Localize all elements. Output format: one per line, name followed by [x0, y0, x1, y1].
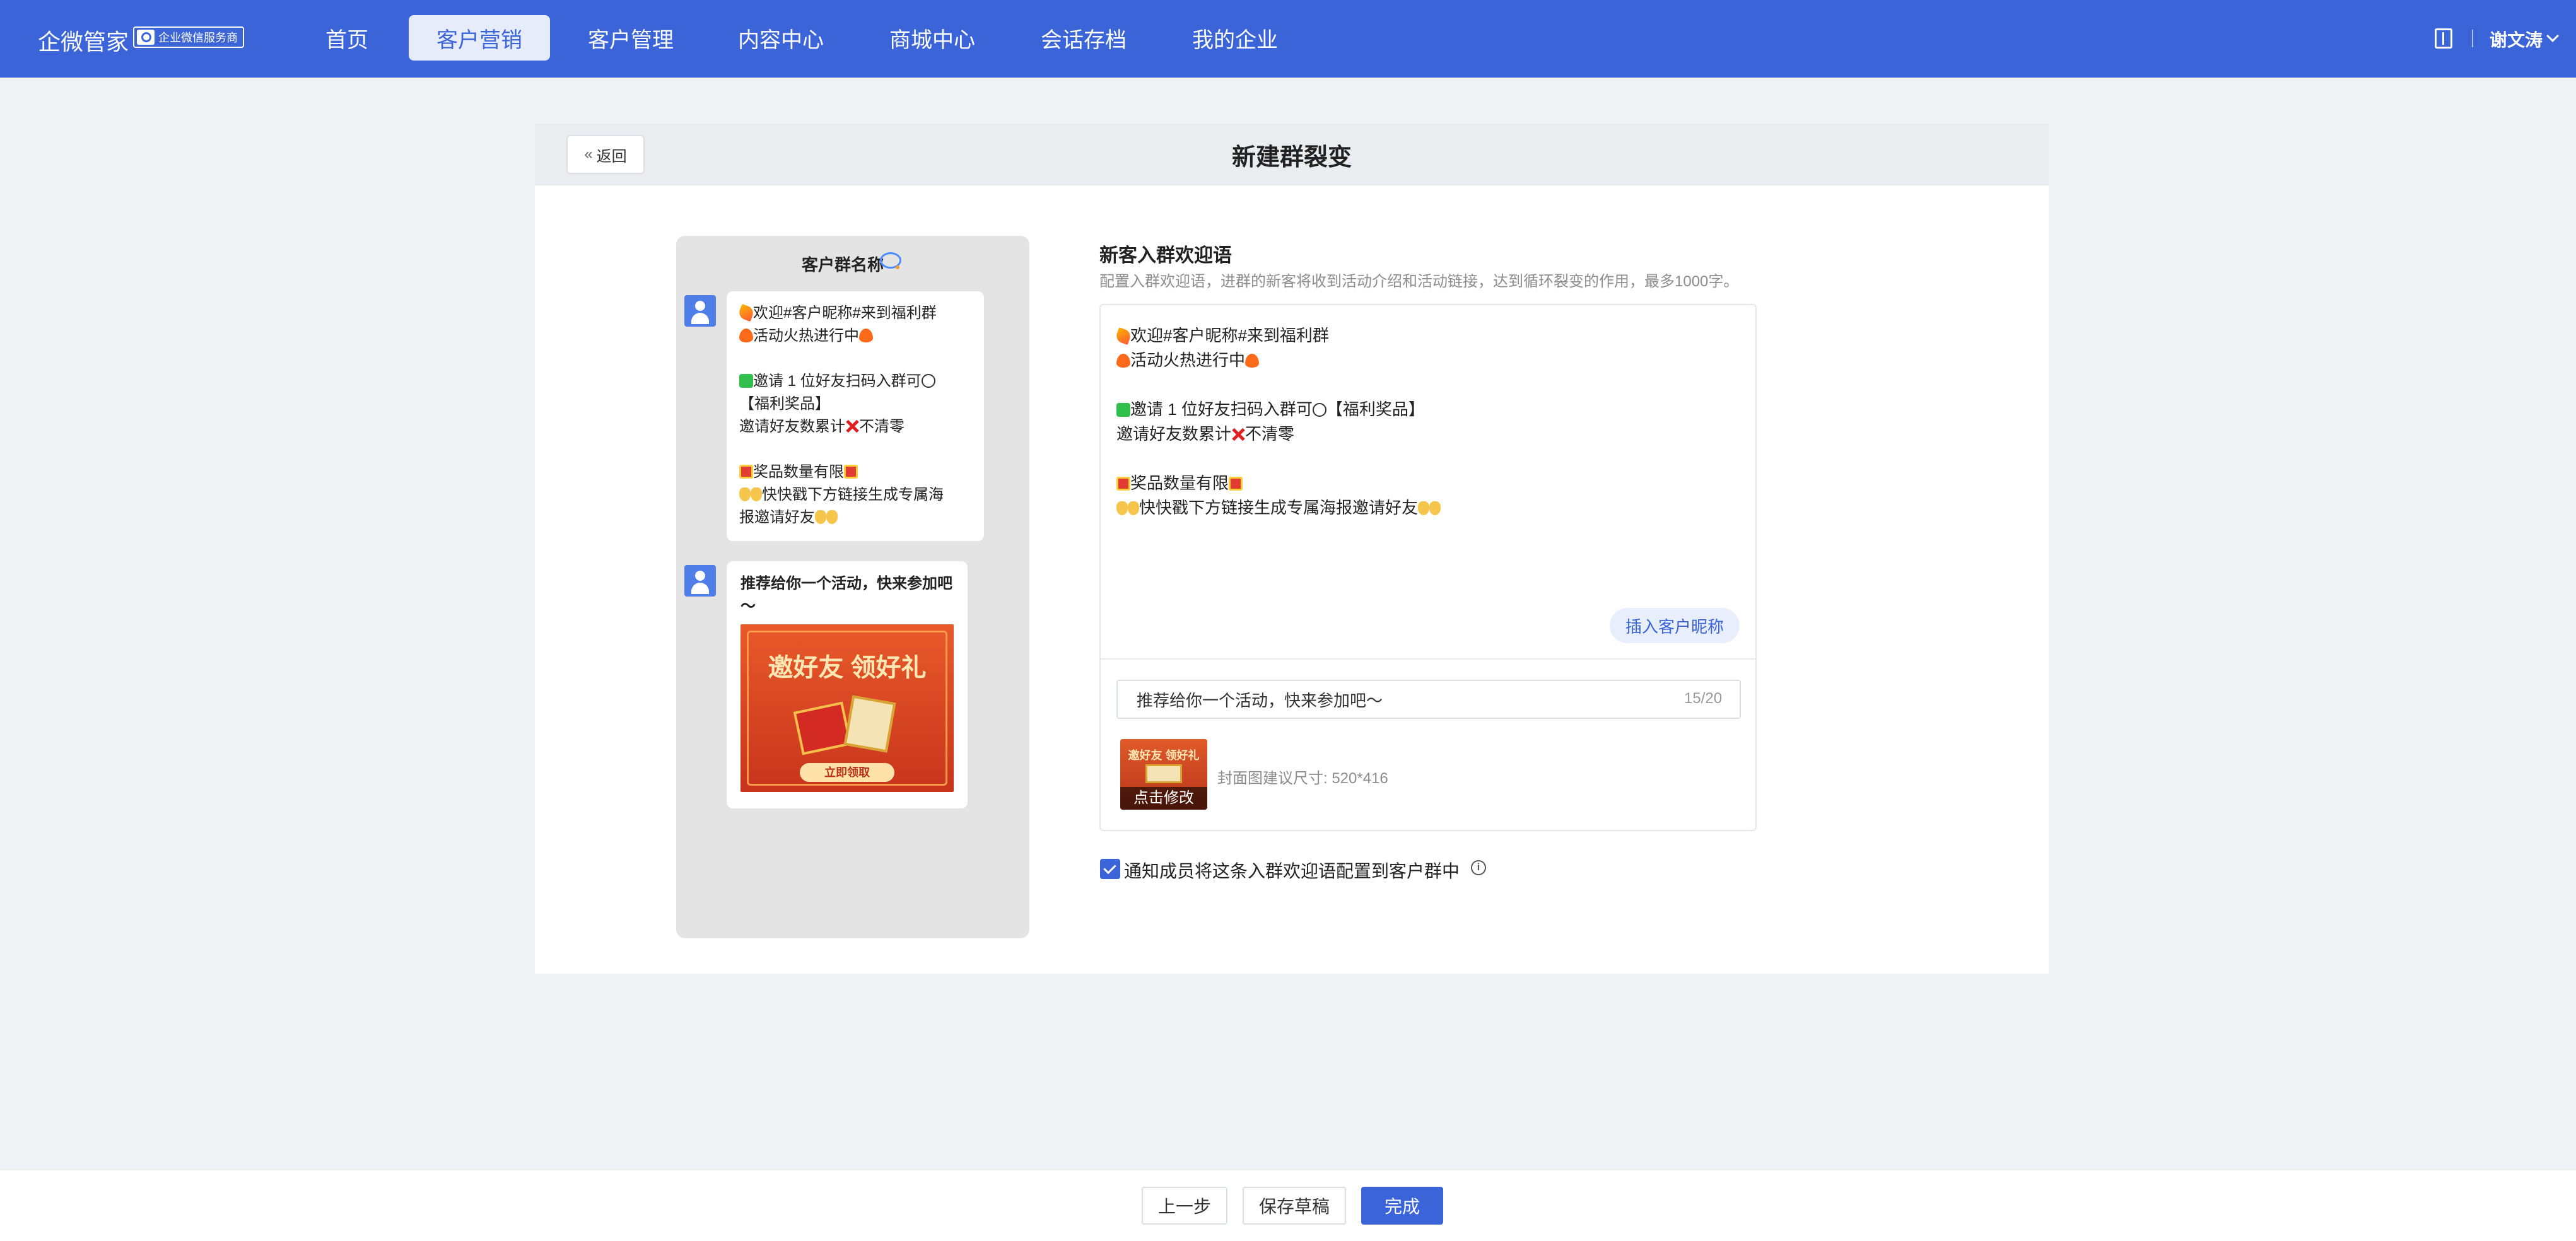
- link-card-banner: 邀好友 领好礼 立即领取: [741, 624, 954, 792]
- cross-mark-icon: [1231, 428, 1245, 441]
- fire-icon: [1116, 354, 1130, 368]
- back-label: 返回: [596, 148, 627, 165]
- notify-members-checkbox[interactable]: [1100, 859, 1120, 879]
- chat-bubble-icon: [880, 252, 901, 269]
- check-mark-icon: [1116, 403, 1130, 417]
- insert-nickname-button[interactable]: 插入客户昵称: [1610, 608, 1740, 643]
- editor-line[interactable]: 欢迎#客户昵称#来到福利群: [1114, 323, 1329, 346]
- pointing-down-icon: [1116, 501, 1128, 515]
- gift-icon: [739, 465, 753, 479]
- cover-modify-label[interactable]: 点击修改: [1120, 787, 1207, 810]
- cross-mark-icon: [845, 419, 859, 433]
- gift-icon: [844, 465, 858, 479]
- avatar: [684, 295, 716, 327]
- pointing-down-icon: [1429, 501, 1441, 515]
- pointing-down-icon: [826, 510, 838, 524]
- previous-step-button[interactable]: 上一步: [1142, 1187, 1227, 1225]
- editor-line[interactable]: 邀请好友数累计 不清零: [1116, 421, 1294, 445]
- pointing-down-icon: [815, 510, 826, 524]
- banner-text: 邀好友 领好礼: [768, 654, 927, 682]
- user-name[interactable]: 谢文涛: [2490, 26, 2543, 52]
- preview-line: 奖品数量有限: [739, 459, 858, 481]
- banner-button: 立即领取: [800, 763, 894, 782]
- divider: [2472, 30, 2473, 47]
- preview-line: 快快戳下方链接生成专属海: [739, 482, 944, 504]
- gift-icon: [1116, 477, 1130, 491]
- cover-size-hint: 封面图建议尺寸: 520*416: [1217, 770, 1388, 787]
- notify-members-label[interactable]: 通知成员将这条入群欢迎语配置到客户群中: [1124, 858, 1460, 883]
- editor-line[interactable]: 活动火热进行中: [1116, 347, 1260, 371]
- nav-customer-marketing[interactable]: 客户营销: [409, 15, 550, 61]
- double-chevron-left-icon: «: [584, 146, 593, 163]
- preview-line: 活动火热进行中: [739, 323, 873, 345]
- section-description: 配置入群欢迎语，进群的新客将收到活动介绍和活动链接，达到循环裂变的作用，最多10…: [1099, 273, 1739, 290]
- fire-icon: [859, 329, 873, 342]
- nav-session-archive[interactable]: 会话存档: [1021, 15, 1147, 61]
- check-mark-icon: [739, 374, 753, 388]
- book-icon[interactable]: [2435, 28, 2452, 49]
- gift-icon: [1229, 477, 1243, 491]
- preview-line: 欢迎#客户昵称#来到福利群: [737, 300, 937, 322]
- preview-line: 【福利奖品】: [739, 395, 830, 412]
- cover-title: 邀好友 领好礼: [1128, 749, 1200, 762]
- cover-image-upload[interactable]: 邀好友 领好礼 点击修改: [1120, 739, 1207, 810]
- gift-box-icon: [843, 695, 896, 753]
- info-icon[interactable]: i: [1471, 860, 1486, 875]
- fire-icon: [739, 329, 753, 342]
- gift-box-icon: [1145, 764, 1182, 783]
- pointing-down-icon: [1128, 501, 1139, 515]
- editor-line[interactable]: 邀请 1 位好友扫码入群可 【福利奖品】: [1116, 397, 1425, 420]
- char-counter: 15/20: [1684, 690, 1723, 707]
- circled-ideograph-icon: [921, 374, 935, 388]
- page-title: 新建群裂变: [1231, 144, 1352, 171]
- party-popper-icon: [737, 303, 756, 322]
- editor-line[interactable]: 快快戳下方链接生成专属海报邀请好友: [1116, 495, 1441, 518]
- section-title: 新客入群欢迎语: [1099, 245, 1232, 266]
- preview-line: 邀请 1 位好友扫码入群可: [739, 368, 935, 390]
- nav-content-center[interactable]: 内容中心: [718, 15, 844, 61]
- pointing-down-icon: [751, 487, 762, 501]
- nav-customer-management[interactable]: 客户管理: [568, 15, 694, 61]
- nav-my-enterprise[interactable]: 我的企业: [1172, 15, 1298, 61]
- pointing-down-icon: [739, 487, 751, 501]
- service-provider-badge: 企业微信服务商: [133, 26, 244, 48]
- divider: [1101, 658, 1755, 660]
- save-draft-button[interactable]: 保存草稿: [1243, 1187, 1346, 1225]
- pointing-down-icon: [1418, 501, 1430, 515]
- nav-home[interactable]: 首页: [303, 15, 391, 61]
- badge-label: 企业微信服务商: [158, 32, 238, 44]
- circled-ideograph-icon: [1312, 403, 1326, 417]
- link-card-title: 推荐给你一个活动，快来参加吧～: [741, 575, 952, 615]
- party-popper-icon: [1114, 327, 1133, 346]
- finish-button[interactable]: 完成: [1361, 1187, 1443, 1225]
- avatar: [684, 565, 716, 597]
- link-title-input[interactable]: [1116, 680, 1741, 719]
- qiwei-logo-icon: [137, 30, 155, 45]
- fire-icon: [1245, 354, 1260, 368]
- preview-line: 邀请好友数累计 不清零: [739, 418, 905, 435]
- app-logo[interactable]: 企微管家: [38, 24, 129, 57]
- editor-line[interactable]: 奖品数量有限: [1116, 470, 1243, 494]
- back-button[interactable]: « 返回: [566, 135, 645, 174]
- preview-line: 报邀请好友: [739, 504, 838, 527]
- nav-mall-center[interactable]: 商城中心: [869, 15, 995, 61]
